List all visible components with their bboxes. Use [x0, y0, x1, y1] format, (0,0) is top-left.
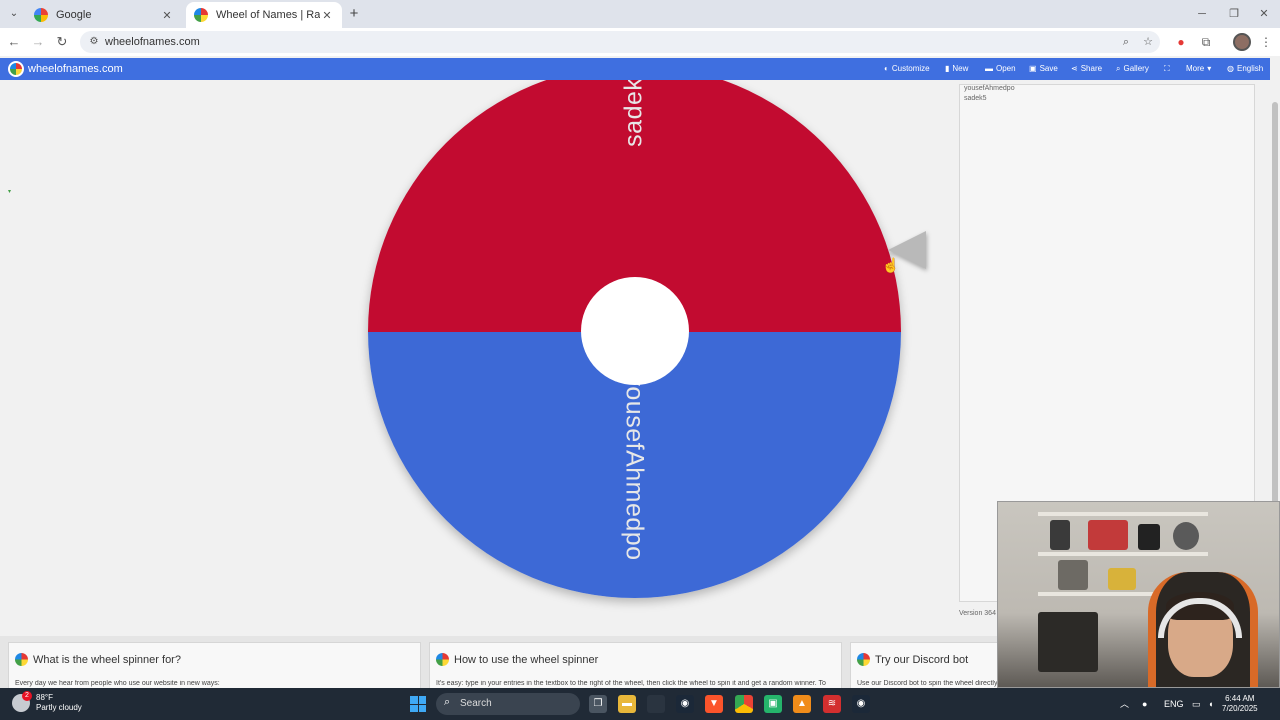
- tab-title: Google: [56, 9, 92, 21]
- gallery-button[interactable]: ⌕ Gallery: [1116, 58, 1149, 80]
- new-file-icon: ▮: [945, 64, 950, 73]
- steam-icon[interactable]: ◉: [852, 695, 870, 713]
- mouse-cursor-icon: ☝: [882, 257, 900, 273]
- marker-icon: ▾: [8, 189, 12, 195]
- wheel-area: ▾ sadek5 yousefAhmedpo: [0, 80, 955, 635]
- cloud-icon: 2: [12, 691, 32, 712]
- tab-google[interactable]: Google ✕: [26, 2, 182, 28]
- globe-icon: ◍: [1227, 64, 1234, 73]
- language-indicator[interactable]: ENG: [1164, 688, 1184, 720]
- more-button[interactable]: More ▾: [1186, 58, 1211, 80]
- site-logo-text[interactable]: wheelofnames.com: [28, 58, 123, 80]
- app-orange-icon[interactable]: ▲: [793, 695, 811, 713]
- search-icon: ⌕: [1116, 64, 1121, 73]
- app-red-icon[interactable]: ≋: [823, 695, 841, 713]
- language-button[interactable]: ◍ English: [1227, 58, 1263, 80]
- extensions-puzzle-icon[interactable]: ⧉: [1196, 32, 1216, 52]
- profile-avatar[interactable]: [1233, 33, 1251, 51]
- app-icon[interactable]: [647, 695, 665, 713]
- fullscreen-icon: ⛶: [1164, 64, 1170, 73]
- palette-icon: ◐: [884, 64, 889, 73]
- folder-icon: ▬: [985, 64, 993, 73]
- zoom-icon[interactable]: ⌕: [1118, 34, 1134, 50]
- google-favicon-icon: [34, 8, 48, 22]
- bookmark-star-icon[interactable]: ☆: [1140, 34, 1156, 50]
- monitor-icon[interactable]: ▭: [1192, 688, 1201, 720]
- card-body: It's easy: type in your entries in the t…: [436, 680, 826, 687]
- webcam-overlay: [997, 501, 1280, 688]
- forward-icon[interactable]: →: [28, 32, 48, 52]
- customize-button[interactable]: ◐ Customize: [884, 58, 930, 80]
- share-icon: ⋖: [1071, 64, 1078, 73]
- card-title: Try our Discord bot: [875, 653, 969, 666]
- back-icon[interactable]: ←: [4, 32, 24, 52]
- tray-overflow-icon[interactable]: ︿: [1120, 688, 1129, 720]
- taskbar-search[interactable]: ⌕ Search: [436, 693, 580, 715]
- entry-line: yousefAhmedpo: [964, 85, 1015, 92]
- task-view-icon[interactable]: ❐: [589, 695, 607, 713]
- clock-date: 7/20/2025: [1222, 704, 1258, 713]
- microphone-icon[interactable]: ●: [1142, 688, 1147, 720]
- wheel-center-hub[interactable]: [581, 277, 689, 385]
- weather-temp: 88°F: [36, 693, 53, 702]
- tab-title: Wheel of Names | Random nam: [216, 9, 320, 21]
- system-clock[interactable]: 6:44 AM 7/20/2025: [1222, 694, 1258, 714]
- url-text[interactable]: wheelofnames.com: [105, 31, 200, 53]
- brave-icon[interactable]: ▼: [705, 695, 723, 713]
- steam-icon[interactable]: ◉: [676, 695, 694, 713]
- new-tab-icon[interactable]: +: [344, 4, 364, 24]
- windows-taskbar: 2 88°F Partly cloudy ⌕ Search ❐ ▬ ◉ ▼ ▣ …: [0, 688, 1280, 720]
- address-bar[interactable]: ⚙ wheelofnames.com ⌕ ☆: [80, 31, 1160, 53]
- search-icon: ⌕: [444, 696, 451, 708]
- chevron-down-icon: ▾: [1207, 64, 1212, 73]
- save-icon: ▣: [1029, 64, 1037, 73]
- search-placeholder: Search: [460, 698, 492, 709]
- new-button[interactable]: ▮ New: [945, 58, 968, 80]
- info-card: What is the wheel spinner for? Every day…: [8, 642, 421, 688]
- close-window-icon[interactable]: ✕: [1248, 0, 1280, 28]
- entry-line: sadek5: [964, 95, 987, 102]
- close-tab-icon[interactable]: ✕: [320, 9, 334, 22]
- tab-wheel-of-names[interactable]: Wheel of Names | Random nam ✕: [186, 2, 342, 28]
- browser-tab-strip: ⌄ Google ✕ Wheel of Names | Random nam ✕…: [0, 0, 1280, 28]
- wheel-logo-icon: [15, 653, 28, 666]
- share-button[interactable]: ⋖ Share: [1071, 58, 1102, 80]
- spin-wheel[interactable]: sadek5 yousefAhmedpo: [368, 80, 901, 598]
- wheel-logo-icon: [436, 653, 449, 666]
- start-button[interactable]: [410, 696, 426, 712]
- browser-toolbar: ← → ↻ ⚙ wheelofnames.com ⌕ ☆ ● ⧉ ⋮: [0, 28, 1280, 56]
- browser-menu-icon[interactable]: ⋮: [1256, 32, 1276, 52]
- site-info-icon[interactable]: ⚙: [86, 34, 102, 50]
- restore-icon[interactable]: ❐: [1218, 0, 1250, 28]
- open-button[interactable]: ▬ Open: [985, 58, 1016, 80]
- site-navbar: wheelofnames.com ◐ Customize ▮ New ▬ Open ▣…: [0, 58, 1270, 80]
- wheel-segment-label: yousefAhmedpo: [620, 373, 649, 561]
- clock-time: 6:44 AM: [1225, 694, 1255, 703]
- wheelofnames-favicon-icon: [194, 8, 208, 22]
- volume-icon[interactable]: ◖: [1208, 688, 1213, 720]
- save-button[interactable]: ▣ Save: [1029, 58, 1058, 80]
- tab-search-chevron-icon[interactable]: ⌄: [4, 4, 24, 24]
- card-title: What is the wheel spinner for?: [33, 653, 181, 666]
- reload-icon[interactable]: ↻: [52, 32, 72, 52]
- wheel-logo-icon: [857, 653, 870, 666]
- chrome-icon[interactable]: [735, 695, 753, 713]
- file-explorer-icon[interactable]: ▬: [618, 695, 636, 713]
- card-body: Every day we hear from people who use ou…: [15, 680, 220, 687]
- info-card: How to use the wheel spinner It's easy: …: [429, 642, 842, 688]
- app-green-icon[interactable]: ▣: [764, 695, 782, 713]
- close-tab-icon[interactable]: ✕: [160, 9, 174, 22]
- notification-badge: 2: [22, 691, 32, 701]
- version-text: Version 364: [959, 610, 996, 617]
- site-logo-icon[interactable]: [8, 61, 24, 77]
- weather-widget[interactable]: 2 88°F Partly cloudy: [12, 691, 82, 713]
- weather-desc: Partly cloudy: [36, 703, 82, 712]
- extension-icon[interactable]: ●: [1171, 32, 1191, 52]
- card-title: How to use the wheel spinner: [454, 653, 599, 666]
- minimize-icon[interactable]: ─: [1186, 0, 1218, 28]
- fullscreen-button[interactable]: ⛶: [1164, 58, 1170, 80]
- wheel-segment-label: sadek5: [619, 80, 648, 147]
